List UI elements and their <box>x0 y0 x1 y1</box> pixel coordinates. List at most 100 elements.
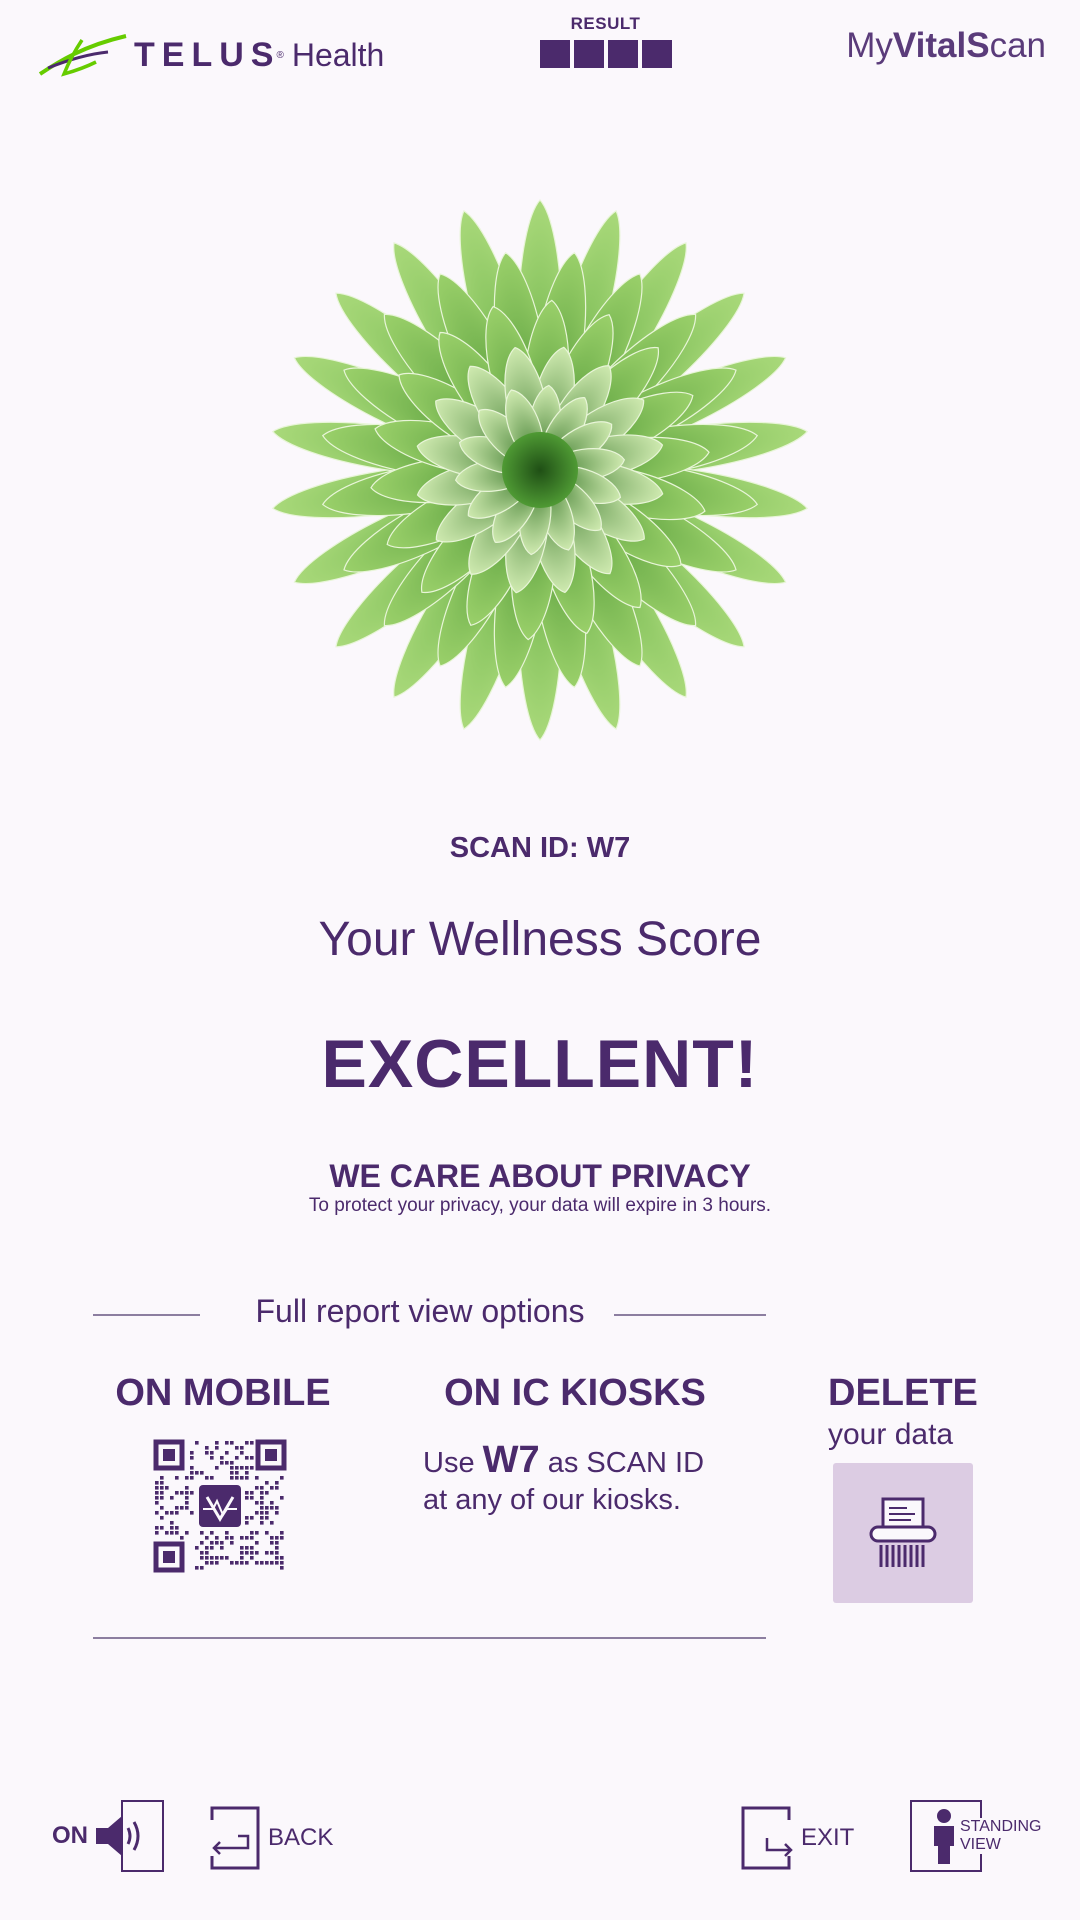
qr-module <box>245 1561 249 1565</box>
qr-module <box>170 1496 174 1500</box>
qr-module <box>275 1511 279 1515</box>
qr-module <box>215 1446 219 1450</box>
qr-module <box>195 1471 199 1475</box>
qr-module <box>260 1496 264 1500</box>
qr-module <box>240 1546 244 1550</box>
delete-data-button[interactable] <box>833 1463 973 1603</box>
qr-module <box>225 1556 229 1560</box>
qr-module <box>220 1456 224 1460</box>
qr-module <box>220 1541 224 1545</box>
brand-suffix: Health <box>291 36 385 73</box>
qr-module <box>275 1481 279 1485</box>
qr-module <box>260 1511 264 1515</box>
qr-module <box>270 1551 274 1555</box>
qr-module <box>275 1561 279 1565</box>
qr-module <box>210 1451 214 1455</box>
green-chrysanthemum-image <box>271 199 809 741</box>
qr-module <box>155 1526 159 1530</box>
qr-module <box>280 1476 284 1480</box>
qr-module <box>250 1456 254 1460</box>
qr-module <box>280 1566 284 1570</box>
qr-module <box>215 1561 219 1565</box>
qr-module <box>240 1556 244 1560</box>
qr-module <box>250 1441 254 1445</box>
qr-module <box>280 1496 284 1500</box>
qr-module <box>180 1506 184 1510</box>
qr-module <box>270 1521 274 1525</box>
shredder-icon <box>869 1497 937 1567</box>
brand-name: TELUS <box>134 35 281 74</box>
qr-module <box>210 1456 214 1460</box>
qr-module <box>280 1556 284 1560</box>
qr-module <box>275 1556 279 1560</box>
qr-module <box>255 1531 259 1535</box>
qr-module <box>230 1541 234 1545</box>
exit-button[interactable]: EXIT <box>741 1806 854 1870</box>
qr-module <box>185 1506 189 1510</box>
kiosk-use: Use <box>423 1447 475 1479</box>
qr-module <box>160 1481 164 1485</box>
kiosk-as: as SCAN ID <box>547 1447 705 1479</box>
qr-module <box>275 1506 279 1510</box>
qr-module <box>165 1531 169 1535</box>
back-button[interactable]: BACK <box>208 1806 333 1870</box>
qr-module <box>210 1561 214 1565</box>
report-options-label: Full report view options <box>255 1293 585 1329</box>
qr-module <box>260 1486 264 1490</box>
qr-module <box>265 1551 269 1555</box>
qr-module <box>250 1536 254 1540</box>
qr-module <box>245 1536 249 1540</box>
qr-module <box>260 1506 264 1510</box>
qr-module <box>275 1551 279 1555</box>
qr-code-icon[interactable] <box>153 1439 287 1573</box>
qr-module <box>250 1466 254 1470</box>
qr-module <box>155 1531 159 1535</box>
qr-module <box>205 1546 209 1550</box>
qr-module <box>280 1536 284 1540</box>
qr-module <box>225 1461 229 1465</box>
qr-module <box>250 1546 254 1550</box>
qr-module <box>255 1486 259 1490</box>
qr-module <box>245 1496 249 1500</box>
qr-module <box>210 1546 214 1550</box>
qr-module <box>190 1466 194 1470</box>
qr-module <box>250 1531 254 1535</box>
qr-module <box>260 1516 264 1520</box>
qr-module <box>200 1566 204 1570</box>
qr-module <box>250 1551 254 1555</box>
scan-id-label: SCAN ID: W7 <box>449 832 631 864</box>
qr-module <box>270 1486 274 1490</box>
qr-module <box>170 1521 174 1525</box>
qr-module <box>240 1561 244 1565</box>
qr-module <box>255 1501 259 1505</box>
qr-module <box>240 1551 244 1555</box>
progress-indicator: RESULT <box>533 14 678 68</box>
qr-module <box>270 1541 274 1545</box>
qr-module <box>175 1511 179 1515</box>
qr-module <box>200 1551 204 1555</box>
qr-module <box>205 1551 209 1555</box>
standing-view-button[interactable]: STANDING VIEW <box>910 1800 1042 1872</box>
delete-subtitle: your data <box>828 1418 954 1451</box>
speaker-icon <box>96 1800 164 1872</box>
qr-module <box>270 1536 274 1540</box>
qr-module <box>220 1556 224 1560</box>
qr-module <box>200 1541 204 1545</box>
sound-toggle-button[interactable]: ON <box>52 1800 164 1872</box>
qr-module <box>160 1491 164 1495</box>
qr-module <box>280 1561 284 1565</box>
qr-module <box>185 1486 189 1490</box>
qr-module <box>240 1451 244 1455</box>
qr-module <box>190 1491 194 1495</box>
wellness-score-title: Your Wellness Score <box>318 913 762 966</box>
qr-module <box>240 1536 244 1540</box>
qr-module <box>245 1476 249 1480</box>
qr-module <box>255 1511 259 1515</box>
qr-module <box>205 1446 209 1450</box>
qr-module <box>210 1476 214 1480</box>
qr-module <box>165 1511 169 1515</box>
qr-module <box>205 1536 209 1540</box>
qr-module <box>215 1441 219 1445</box>
qr-module <box>230 1561 234 1565</box>
qr-module <box>260 1491 264 1495</box>
